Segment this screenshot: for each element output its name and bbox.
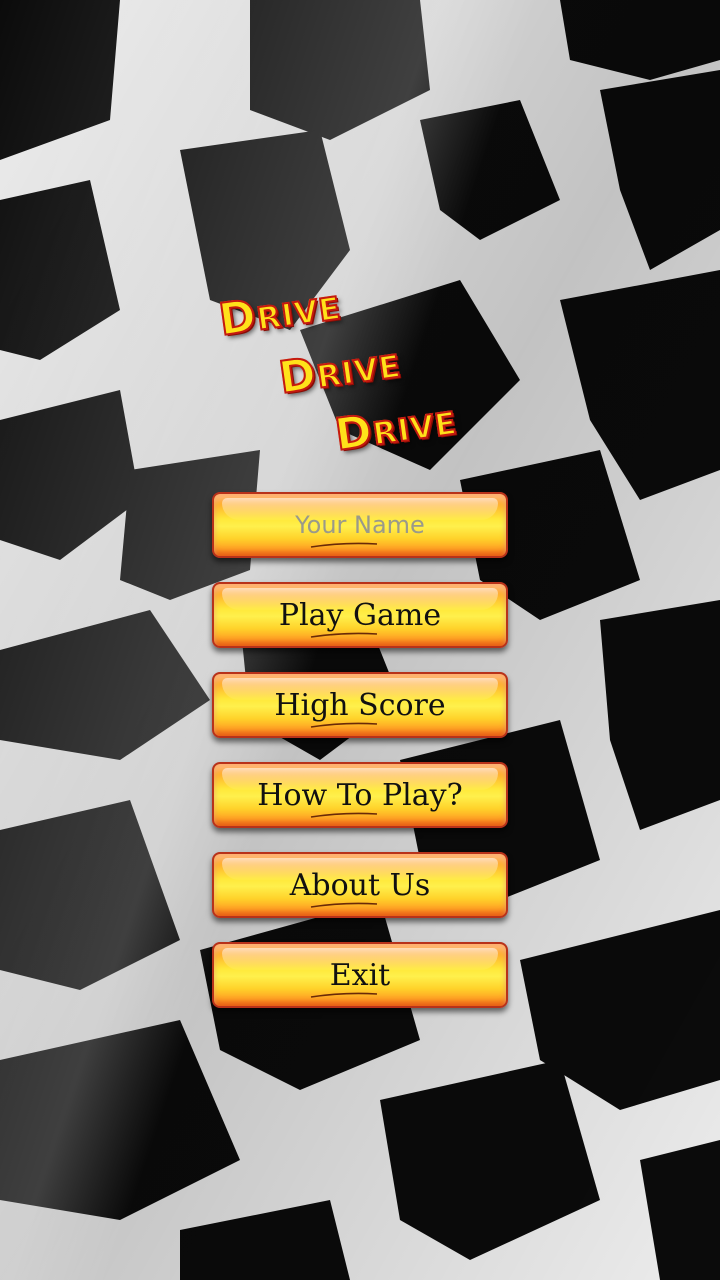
- exit-label: Exit: [329, 957, 391, 993]
- about-us-button[interactable]: About Us: [212, 852, 508, 918]
- high-score-button[interactable]: High Score: [212, 672, 508, 738]
- swoosh-decoration-icon: [310, 992, 378, 998]
- high-score-label: High Score: [274, 687, 446, 723]
- play-game-button[interactable]: Play Game: [212, 582, 508, 648]
- swoosh-decoration-icon: [310, 722, 378, 728]
- swoosh-decoration-icon: [310, 902, 378, 908]
- exit-button[interactable]: Exit: [212, 942, 508, 1008]
- player-name-field[interactable]: [212, 492, 508, 558]
- how-to-play-label: How To Play?: [257, 777, 463, 813]
- swoosh-decoration-icon: [310, 812, 378, 818]
- swoosh-decoration-icon: [310, 632, 378, 638]
- how-to-play-button[interactable]: How To Play?: [212, 762, 508, 828]
- player-name-input[interactable]: [230, 511, 490, 539]
- about-us-label: About Us: [289, 867, 431, 903]
- main-menu-screen: Drive Drive Drive Play Game High Score H…: [0, 0, 720, 1280]
- play-game-label: Play Game: [278, 597, 442, 633]
- swoosh-decoration-icon: [310, 542, 378, 548]
